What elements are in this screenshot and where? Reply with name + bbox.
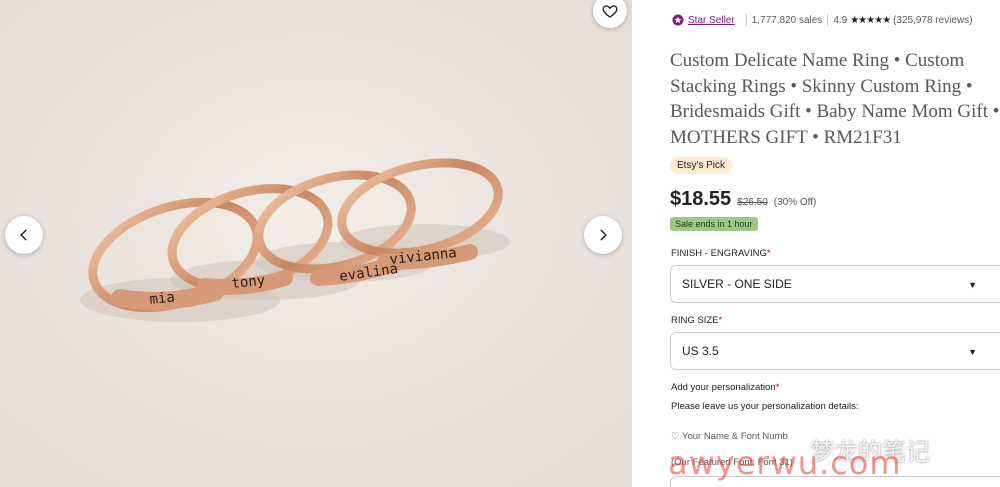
finish-label: FINISH - ENGRAVING* [671,248,771,259]
chevron-down-icon: ▼ [968,347,977,357]
required-mark: * [766,248,771,259]
etsy-pick-badge: Etsy's Pick [670,157,733,174]
rings-photo: mia tony evalina vivianna [0,0,632,487]
original-price: $26.50 [737,197,768,208]
divider [827,14,829,26]
reviews-count[interactable]: (325,978 reviews) [893,15,972,26]
watermark-url: awyerwu.com [668,444,902,482]
required-mark: * [775,382,780,393]
personalization-line-1: ♡ Your Name & Font Numb [671,431,788,442]
star-seller-link[interactable]: Star Seller [688,15,735,26]
finish-select[interactable]: SILVER - ONE SIDE ▼ [670,265,1000,303]
listing-title: Custom Delicate Name Ring • Custom Stack… [670,50,1000,148]
finish-label-text: FINISH - ENGRAVING [671,248,767,259]
sales-count: 1,777,820 sales [751,14,823,26]
personalization-label-text: Add your personalization [671,382,776,393]
personalization-hint: Please leave us your personalization det… [671,401,859,412]
listing-info-panel: Star Seller 1,777,820 sales 4.9 ★★★★★ (3… [632,0,1000,487]
ring-size-select[interactable]: US 3.5 ▼ [670,332,1000,370]
divider [745,14,747,26]
ring-size-select-value: US 3.5 [682,344,719,358]
personalization-label: Add your personalization* [671,382,779,393]
previous-image-button[interactable] [5,216,43,254]
star-seller-icon [672,14,684,26]
next-image-button[interactable] [584,216,622,254]
rating-stars: ★★★★★ [850,14,891,26]
discount-text: (30% Off) [773,197,817,208]
ring-size-label-text: RING SIZE [671,315,719,326]
product-image-gallery: mia tony evalina vivianna [0,0,632,487]
chevron-down-icon: ▼ [968,280,977,290]
sale-ends-badge: Sale ends in 1 hour [670,217,758,231]
ring-size-label: RING SIZE* [671,315,722,326]
required-mark: * [718,315,723,326]
chevron-left-icon [20,229,27,241]
rating-value: 4.9 [833,14,848,26]
finish-select-value: SILVER - ONE SIDE [682,277,792,291]
current-price: $18.55 [670,188,732,210]
chevron-right-icon [600,229,607,241]
ring-text-mia: mia [149,289,176,308]
seller-info-row: Star Seller 1,777,820 sales 4.9 ★★★★★ (3… [672,14,973,26]
heart-icon [602,5,618,18]
price-row: $18.55 $26.50 (30% Off) [670,188,816,211]
